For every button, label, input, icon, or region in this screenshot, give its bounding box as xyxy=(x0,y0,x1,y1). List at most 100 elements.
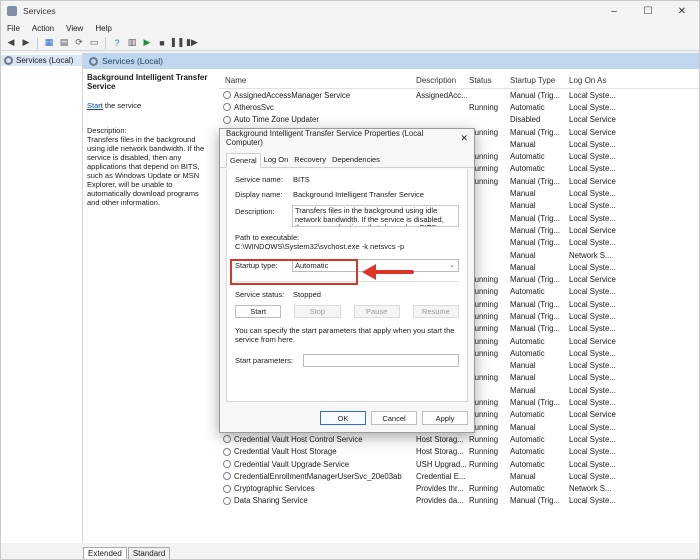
back-arrow-icon[interactable]: ◀ xyxy=(5,37,17,49)
startup-type-cell: Disabled xyxy=(510,115,541,125)
export-list-icon[interactable]: ▭ xyxy=(88,37,100,49)
description-cell: Credential E... xyxy=(416,471,466,481)
pause-icon[interactable]: ❚❚ xyxy=(169,37,184,49)
start-button[interactable]: Start xyxy=(235,305,282,318)
pause-button[interactable]: Pause xyxy=(353,305,400,318)
table-row[interactable]: Auto Time Zone Updater Disabled Local Serv… xyxy=(219,114,699,126)
table-row[interactable]: CredentialEnrollmentManagerUserSvc_20e03… xyxy=(219,470,699,482)
start-service-link[interactable]: Start xyxy=(87,101,103,110)
log-on-as-cell: Local Syste... xyxy=(569,459,616,469)
action-pane-icon[interactable]: ▥ xyxy=(126,37,138,49)
properties-sheet-icon[interactable]: ▤ xyxy=(58,37,70,49)
table-row[interactable]: Data Sharing Service Provides da... Runnin… xyxy=(219,495,699,507)
log-on-as-cell: Local Syste... xyxy=(569,324,616,334)
description-label: Description: xyxy=(235,207,275,216)
start-params-input[interactable] xyxy=(303,354,459,367)
log-on-as-cell: Local Syste... xyxy=(569,311,616,321)
table-row[interactable]: AtherosSvc Running Automatic Local Syste... xyxy=(219,101,699,113)
log-on-as-cell: Local Syste... xyxy=(569,434,616,444)
apply-button[interactable]: Apply xyxy=(422,411,468,425)
status-cell: Running xyxy=(469,348,499,358)
service-gear-icon xyxy=(223,435,231,444)
startup-type-highlight xyxy=(230,259,358,285)
log-on-as-cell: Network S... xyxy=(569,250,612,260)
tab-log-on[interactable]: Log On xyxy=(261,153,292,167)
log-on-as-cell: Local Syste... xyxy=(569,496,616,506)
tab-recovery[interactable]: Recovery xyxy=(291,153,329,167)
startup-type-cell: Manual (Trig... xyxy=(510,324,560,334)
refresh-icon[interactable]: ⟳ xyxy=(73,37,85,49)
startup-type-cell: Manual xyxy=(510,471,536,481)
column-header-log-on-as[interactable]: Log On As xyxy=(569,76,619,85)
startup-type-cell: Automatic xyxy=(510,484,545,494)
play-icon[interactable]: ▶ xyxy=(141,37,153,49)
menu-file[interactable]: File xyxy=(7,24,20,33)
path-label: Path to executable: xyxy=(235,233,300,242)
minimize-button[interactable]: – xyxy=(597,1,631,21)
help-icon[interactable]: ? xyxy=(111,37,123,49)
service-gear-icon xyxy=(223,447,231,456)
menu-help[interactable]: Help xyxy=(95,24,111,33)
toolbar-separator xyxy=(37,36,38,49)
startup-type-cell: Manual (Trig... xyxy=(510,311,560,321)
maximize-button[interactable]: ☐ xyxy=(631,1,665,21)
menu-action[interactable]: Action xyxy=(32,24,54,33)
ok-button[interactable]: OK xyxy=(320,411,366,425)
startup-type-cell: Automatic xyxy=(510,410,545,420)
log-on-as-cell: Local Syste... xyxy=(569,238,616,248)
display-name-value[interactable]: Background Intelligent Transfer Service xyxy=(293,190,424,199)
status-cell: Running xyxy=(469,484,499,494)
service-name-text: Credential Vault Host Storage xyxy=(234,447,337,457)
log-on-as-cell: Local Syste... xyxy=(569,152,616,162)
table-row[interactable]: Cryptographic Services Provides thr... Run… xyxy=(219,483,699,495)
startup-type-cell: Manual (Trig... xyxy=(510,275,560,285)
table-row[interactable]: Credential Vault Upgrade Service USH Upgr… xyxy=(219,458,699,470)
menu-view[interactable]: View xyxy=(66,24,83,33)
cancel-button[interactable]: Cancel xyxy=(371,411,417,425)
start-suffix: the service xyxy=(102,101,142,110)
service-gear-icon xyxy=(223,484,231,493)
table-row[interactable]: Credential Vault Host Control Service Hos… xyxy=(219,433,699,445)
log-on-as-cell: Local Syste... xyxy=(569,164,616,174)
red-arrow-icon xyxy=(362,264,414,280)
service-name-cell: Credential Vault Host Control Service xyxy=(219,435,416,444)
log-on-as-cell: Local Syste... xyxy=(569,422,616,432)
forward-arrow-icon[interactable]: ▶ xyxy=(20,37,32,49)
stop-icon[interactable]: ■ xyxy=(156,37,168,49)
service-name-text: Credential Vault Upgrade Service xyxy=(234,459,350,469)
startup-type-cell: Manual (Trig... xyxy=(510,299,560,309)
dialog-close-button[interactable]: ✕ xyxy=(455,133,474,144)
service-name-value: BITS xyxy=(293,175,310,184)
console-tree: Services (Local) xyxy=(1,53,83,543)
log-on-as-cell: Local Syste... xyxy=(569,262,616,272)
column-header-status[interactable]: Status xyxy=(469,76,510,85)
service-gear-icon xyxy=(223,115,231,124)
description-cell: Host Storag... xyxy=(416,447,464,457)
tab-extended[interactable]: Extended xyxy=(83,547,127,559)
service-gear-icon xyxy=(223,496,231,505)
restart-icon[interactable]: ▮▶ xyxy=(186,37,198,49)
status-cell: Running xyxy=(469,459,499,469)
column-header-description[interactable]: Description xyxy=(416,76,469,85)
tab-general[interactable]: General xyxy=(226,153,261,168)
table-row[interactable]: AssignedAccessManager Service AssignedAcc… xyxy=(219,89,699,101)
column-header-name[interactable]: Name xyxy=(219,76,416,85)
description-text: Transfers files in the background using … xyxy=(87,135,205,207)
tree-item-services-local[interactable]: Services (Local) xyxy=(1,55,82,66)
tab-dependencies[interactable]: Dependencies xyxy=(329,153,383,167)
close-button[interactable]: ✕ xyxy=(665,1,699,21)
column-header-startup-type[interactable]: Startup Type xyxy=(510,76,569,85)
startup-type-cell: Manual (Trig... xyxy=(510,496,560,506)
resume-button[interactable]: Resume xyxy=(412,305,459,318)
window-title: Services xyxy=(23,6,56,16)
panel-header: Services (Local) xyxy=(83,53,699,69)
description-textbox[interactable]: Transfers files in the background using … xyxy=(291,205,459,227)
status-cell: Running xyxy=(469,275,499,285)
startup-type-cell: Automatic xyxy=(510,336,545,346)
table-row[interactable]: Credential Vault Host Storage Host Storag… xyxy=(219,446,699,458)
stop-button[interactable]: Stop xyxy=(294,305,341,318)
tab-standard[interactable]: Standard xyxy=(127,547,171,559)
console-tree-icon[interactable]: ▦ xyxy=(43,37,55,49)
service-gear-icon xyxy=(223,103,231,112)
description-cell: AssignedAcc... xyxy=(416,90,468,100)
